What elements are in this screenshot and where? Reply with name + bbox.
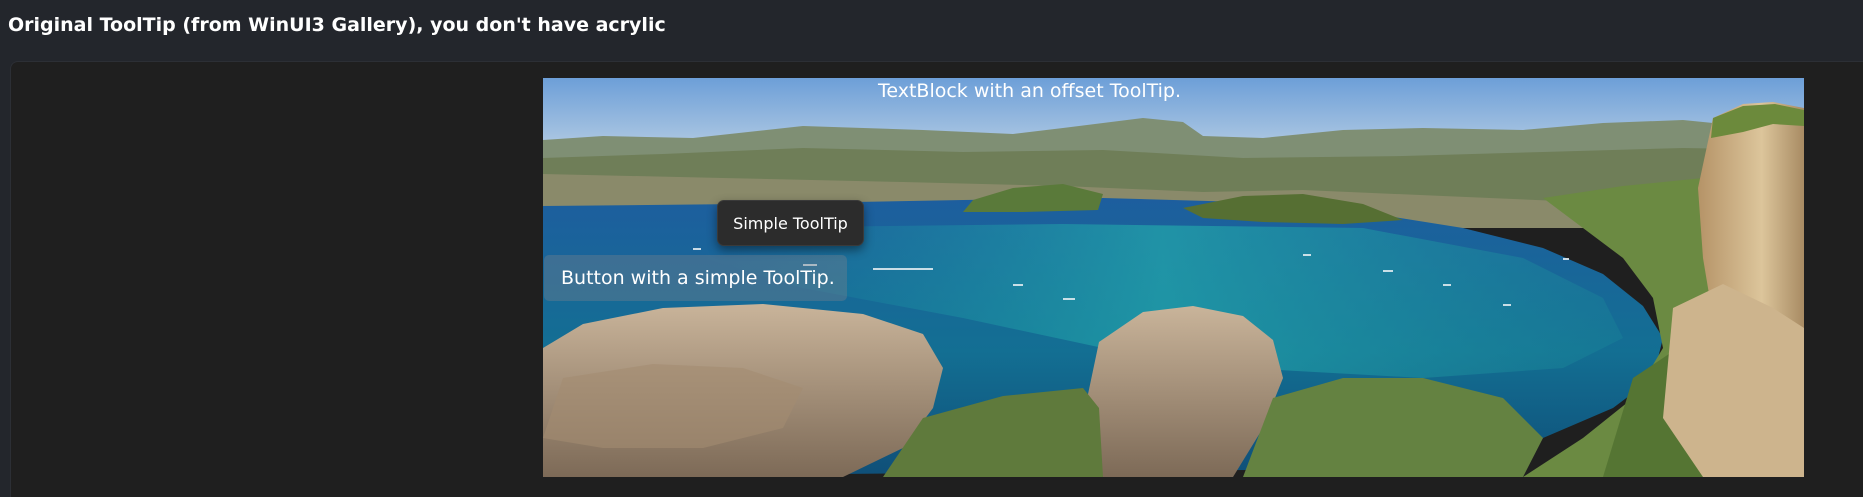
page-title: Original ToolTip (from WinUI3 Gallery), …	[8, 14, 666, 36]
simple-tooltip: Simple ToolTip	[717, 200, 864, 246]
simple-tooltip-button[interactable]: Button with a simple ToolTip.	[544, 255, 847, 301]
offset-tooltip-textblock[interactable]: TextBlock with an offset ToolTip.	[878, 80, 1181, 102]
